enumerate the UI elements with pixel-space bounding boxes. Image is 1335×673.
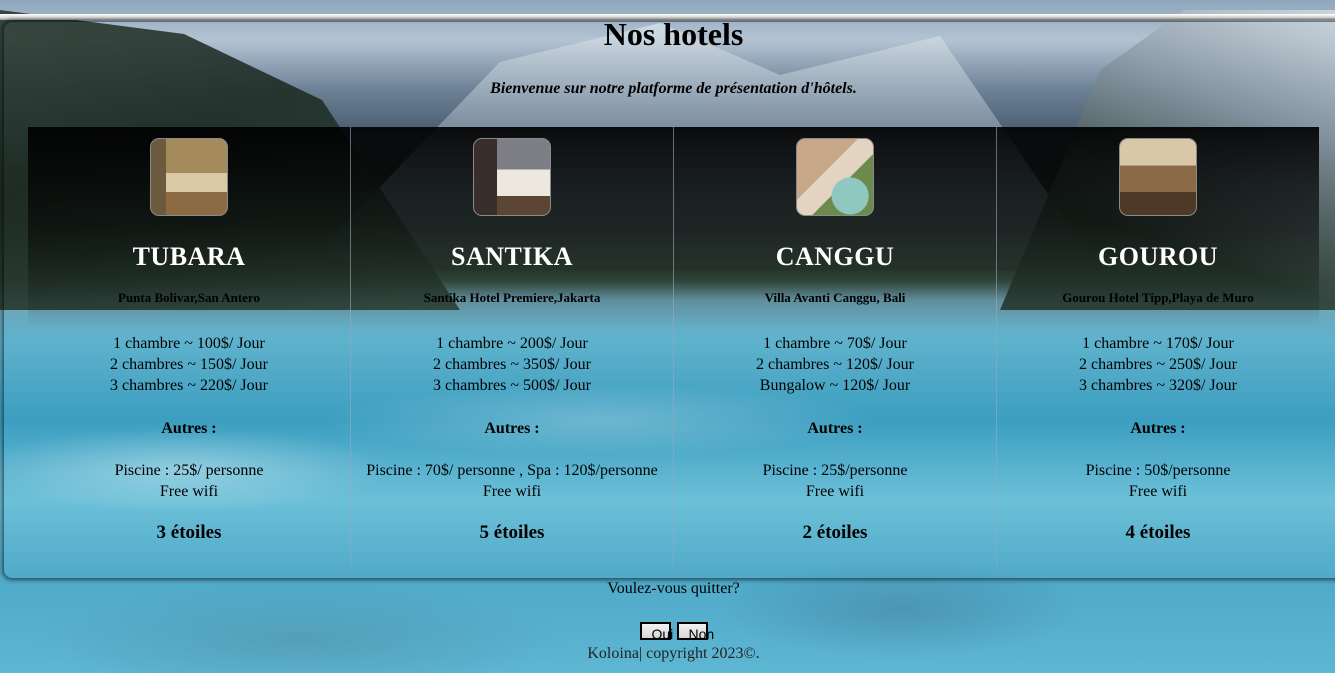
others-heading: Autres : [1130,420,1186,437]
room-price-line: 3 chambres ~ 220$/ Jour [110,377,268,394]
hotel-card-canggu: CANGGU Villa Avanti Canggu, Bali 1 chamb… [674,127,997,567]
others-heading: Autres : [484,420,540,437]
hotel-card-santika: SANTIKA Santika Hotel Premiere,Jakarta 1… [351,127,674,567]
others-heading: Autres : [161,420,217,437]
hotel-card-gourou: GOUROU Gourou Hotel Tipp,Playa de Muro 1… [997,127,1319,567]
room-price-line: 2 chambres ~ 250$/ Jour [1079,356,1237,373]
hotel-name: SANTIKA [451,242,573,271]
room-prices: 1 chambre ~ 70$/ Jour 2 chambres ~ 120$/… [674,333,996,396]
star-rating: 2 étoiles [802,522,868,543]
extras-list: Piscine : 25$/ personne Free wifi [28,460,350,502]
no-button[interactable]: Non [676,622,714,642]
room-price-line: 2 chambres ~ 150$/ Jour [110,356,268,373]
room-price-line: Bungalow ~ 120$/ Jour [759,377,911,394]
extra-line: Free wifi [1128,483,1188,500]
star-rating: 3 étoiles [156,522,222,543]
extras-list: Piscine : 70$/ personne , Spa : 120$/per… [351,460,673,502]
extra-line: Piscine : 25$/personne [762,462,908,479]
hotel-name: CANGGU [775,242,895,271]
hotel-location: Gourou Hotel Tipp,Playa de Muro [1062,290,1254,305]
footer-copyright: Koloina| copyright 2023©. [587,645,760,662]
room-price-line: 3 chambres ~ 320$/ Jour [1079,377,1237,394]
room-price-line: 1 chambre ~ 200$/ Jour [436,335,588,352]
room-price-line: 1 chambre ~ 70$/ Jour [763,335,907,352]
extra-line: Piscine : 25$/ personne [114,462,264,479]
page-subtitle: Bienvenue sur notre platforme de présent… [490,80,857,97]
hotel-card-tubara: TUBARA Punta Bolivar,San Antero 1 chambr… [28,127,351,567]
quit-question: Voulez-vous quitter? [607,580,740,597]
hotel-photo [1119,138,1197,216]
extra-line: Piscine : 50$/personne [1085,462,1231,479]
extras-list: Piscine : 25$/personne Free wifi [674,460,996,502]
hotel-photo [473,138,551,216]
quit-buttons: Oui Non [0,622,1335,642]
hotel-name: TUBARA [132,242,246,271]
hotel-photo [796,138,874,216]
hotel-photo [150,138,228,216]
room-price-line: 2 chambres ~ 120$/ Jour [756,356,914,373]
star-rating: 4 étoiles [1125,522,1191,543]
hotel-location: Villa Avanti Canggu, Bali [764,290,906,305]
extras-list: Piscine : 50$/personne Free wifi [997,460,1319,502]
others-heading: Autres : [807,420,863,437]
extra-line: Free wifi [805,483,865,500]
extra-line: Free wifi [482,483,542,500]
room-prices: 1 chambre ~ 170$/ Jour 2 chambres ~ 250$… [997,333,1319,396]
room-prices: 1 chambre ~ 100$/ Jour 2 chambres ~ 150$… [28,333,350,396]
yes-button[interactable]: Oui [639,622,673,642]
room-prices: 1 chambre ~ 200$/ Jour 2 chambres ~ 350$… [351,333,673,396]
hotel-location: Santika Hotel Premiere,Jakarta [423,290,601,305]
room-price-line: 1 chambre ~ 170$/ Jour [1082,335,1234,352]
room-price-line: 1 chambre ~ 100$/ Jour [113,335,265,352]
hotel-location: Punta Bolivar,San Antero [118,290,260,305]
hotels-table: TUBARA Punta Bolivar,San Antero 1 chambr… [28,127,1319,567]
extra-line: Free wifi [159,483,219,500]
extra-line: Piscine : 70$/ personne , Spa : 120$/per… [366,462,658,479]
star-rating: 5 étoiles [479,522,545,543]
room-price-line: 3 chambres ~ 500$/ Jour [433,377,591,394]
page-title: Nos hotels [603,16,744,52]
hotel-name: GOUROU [1098,242,1218,271]
room-price-line: 2 chambres ~ 350$/ Jour [433,356,591,373]
